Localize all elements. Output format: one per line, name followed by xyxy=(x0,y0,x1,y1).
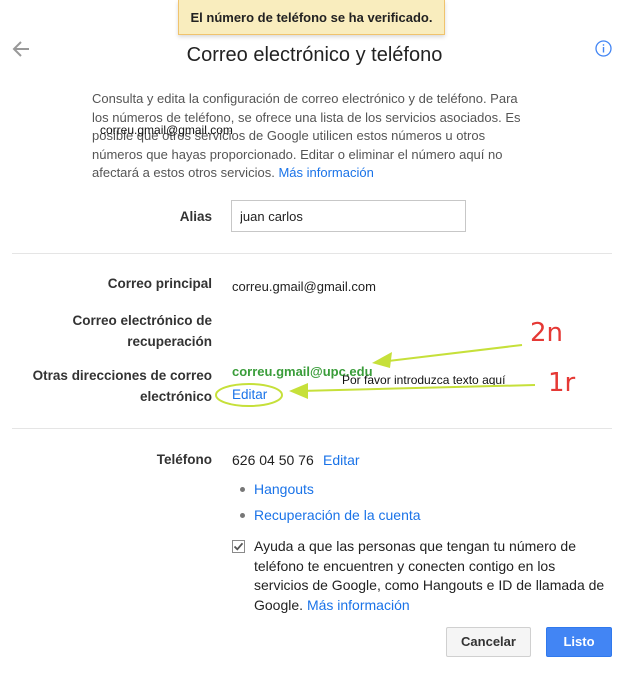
annotation-arrowhead-1r xyxy=(289,383,308,399)
annotation-arrowhead-2n xyxy=(372,352,392,368)
highlight-ellipse xyxy=(215,383,283,407)
bullet xyxy=(240,487,245,492)
help-find-checkbox[interactable] xyxy=(232,540,245,553)
help-more-info-link[interactable]: Más información xyxy=(307,597,410,613)
phone-label: Teléfono xyxy=(156,452,212,467)
bullet xyxy=(240,513,245,518)
help-line-2: teléfono te encuentren y conecten contig… xyxy=(254,557,556,574)
help-line-4: Google. Más información xyxy=(254,596,614,616)
done-button[interactable]: Listo xyxy=(546,627,612,657)
phone-number: 626 04 50 76 xyxy=(232,452,314,468)
help-line-1: Ayuda a que las personas que tengan tu n… xyxy=(254,538,576,554)
checkmark-icon xyxy=(233,542,244,551)
divider xyxy=(12,428,612,429)
annotation-arrow-2n xyxy=(379,344,523,363)
help-find-text: Ayuda a que las personas que tengan tu n… xyxy=(254,537,614,615)
help-line-3: servicios de Google, como Hangouts e ID … xyxy=(254,577,605,593)
cancel-button[interactable]: Cancelar xyxy=(446,627,531,657)
annotation-2n: 2n xyxy=(530,318,564,348)
help-line-4-text: Google. xyxy=(254,596,304,613)
service-account-recovery-link[interactable]: Recuperación de la cuenta xyxy=(254,507,421,523)
annotation-1r: 1r xyxy=(548,368,576,398)
edit-phone-link[interactable]: Editar xyxy=(323,452,360,468)
service-hangouts-link[interactable]: Hangouts xyxy=(254,481,314,497)
annotation-arrow-1r xyxy=(299,384,536,392)
